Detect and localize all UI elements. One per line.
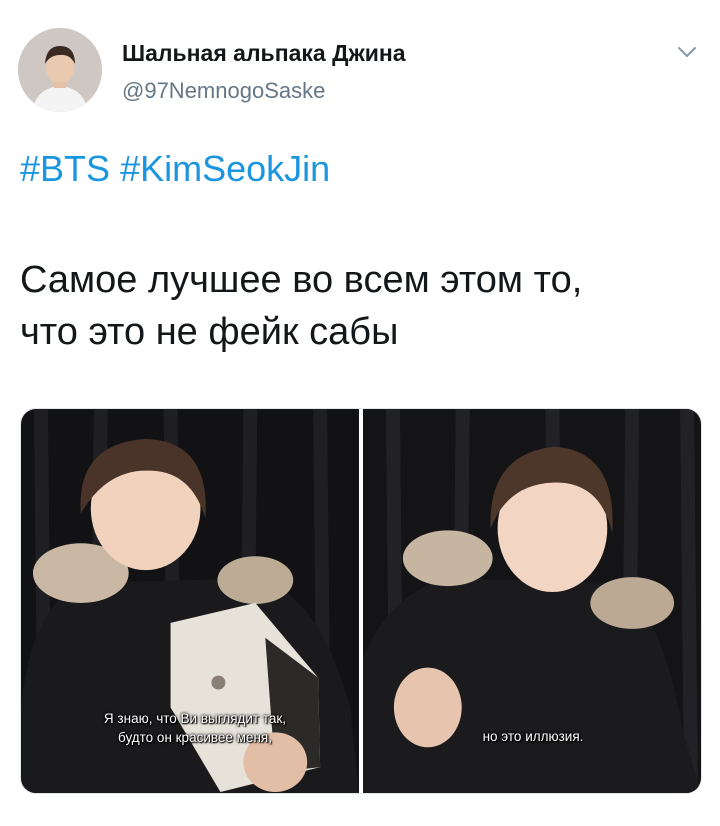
- username-handle[interactable]: @97NemnogoSaske: [122, 78, 325, 104]
- subtitle-caption: но это иллюзия.: [443, 727, 623, 746]
- photo-1[interactable]: Я знаю, что Ви выглядит так, будто он кр…: [21, 409, 359, 793]
- more-options-button[interactable]: [672, 40, 702, 64]
- hashtag-link-kimseokjin[interactable]: #KimSeokJin: [120, 148, 330, 189]
- subtitle-line: будто он красивее меня,: [118, 730, 272, 745]
- photo-2[interactable]: но это иллюзия.: [363, 409, 701, 793]
- display-name[interactable]: Шальная альпака Джина: [122, 40, 406, 67]
- tweet-text-line: Самое лучшее во всем этом то,: [20, 259, 583, 301]
- tweet-text: Самое лучшее во всем этом то, что это не…: [20, 254, 700, 358]
- subtitle-line: Я знаю, что Ви выглядит так,: [103, 711, 287, 726]
- media-grid: Я знаю, что Ви выглядит так, будто он кр…: [20, 408, 702, 794]
- subtitle-line: но это иллюзия.: [482, 729, 584, 744]
- avatar-image: [18, 28, 102, 112]
- chevron-down-icon: [678, 47, 696, 57]
- tweet-text-line: что это не фейк сабы: [20, 311, 399, 353]
- subtitle-caption: Я знаю, что Ви выглядит так, будто он кр…: [65, 709, 325, 747]
- hashtag-link-bts[interactable]: #BTS: [20, 148, 110, 189]
- avatar[interactable]: [18, 28, 102, 112]
- tweet: Шальная альпака Джина @97NemnogoSaske #B…: [0, 0, 720, 826]
- hashtags: #BTS #KimSeokJin: [20, 148, 330, 190]
